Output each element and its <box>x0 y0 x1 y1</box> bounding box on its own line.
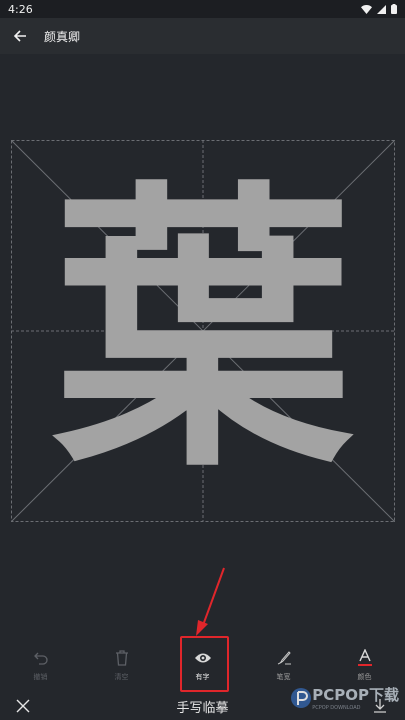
undo-label: 撤销 <box>33 673 48 681</box>
wifi-icon <box>361 4 372 14</box>
trash-icon <box>115 648 129 668</box>
battery-icon <box>391 4 397 14</box>
close-button[interactable] <box>14 697 32 715</box>
eye-icon <box>194 648 212 668</box>
undo-button[interactable]: 撤销 <box>13 640 69 690</box>
status-time: 4:26 <box>8 2 33 16</box>
app-bar: 颜真卿 <box>0 18 405 54</box>
status-icons <box>361 4 397 14</box>
download-icon <box>374 699 386 713</box>
tool-bar: 撤销 清空 有字 笔宽 颜色 <box>0 640 405 690</box>
font-color-icon <box>357 648 373 668</box>
copy-grid[interactable]: 葉 <box>11 140 395 522</box>
page-title: 颜真卿 <box>44 29 81 44</box>
brush-width-label: 笔宽 <box>276 673 291 681</box>
close-icon <box>16 699 30 713</box>
clear-label: 清空 <box>114 673 129 681</box>
show-character-label: 有字 <box>195 673 210 681</box>
calligraphy-character: 葉 <box>53 154 353 507</box>
clear-button[interactable]: 清空 <box>94 640 150 690</box>
signal-icon <box>377 4 386 14</box>
back-button[interactable] <box>10 26 30 46</box>
color-label: 颜色 <box>357 673 372 681</box>
brush-width-button[interactable]: 笔宽 <box>256 640 312 690</box>
status-bar: 4:26 <box>0 0 405 18</box>
color-button[interactable]: 颜色 <box>337 640 393 690</box>
bottom-bar: 手写临摹 <box>0 692 405 720</box>
undo-icon <box>33 648 49 668</box>
brush-icon <box>276 648 292 668</box>
arrow-left-icon <box>13 30 26 42</box>
annotation-arrow <box>196 567 225 636</box>
bottom-title: 手写临摹 <box>176 700 229 716</box>
download-button[interactable] <box>373 698 389 714</box>
show-character-button[interactable]: 有字 <box>175 640 231 690</box>
